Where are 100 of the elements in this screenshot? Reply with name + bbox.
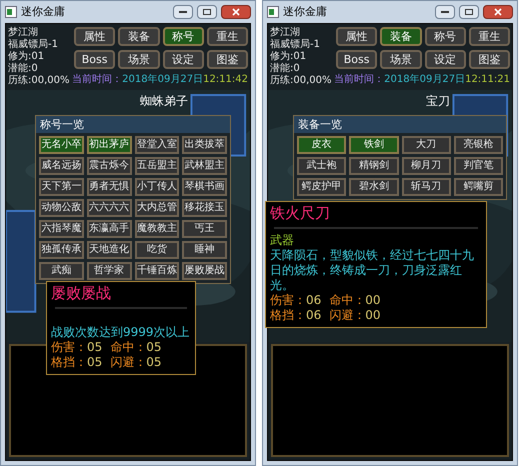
menu-tab[interactable]: 称号 — [424, 27, 466, 46]
menu-tab[interactable]: 设定 — [424, 50, 466, 69]
stat-label: 命中： — [329, 292, 366, 308]
player-stat: 潜能:0 — [270, 63, 301, 75]
player-stat: 历练:00,00% — [8, 75, 70, 87]
list-item[interactable]: 登堂入室 — [134, 136, 180, 154]
maximize-button[interactable] — [197, 5, 217, 19]
list-item[interactable]: 丐王 — [182, 220, 227, 238]
list-item[interactable]: 精钢剑 — [349, 157, 398, 175]
list-item[interactable]: 武士袍 — [297, 157, 346, 175]
stat-value: 06 — [306, 292, 322, 308]
list-item[interactable]: 天下第一 — [39, 178, 84, 196]
list-item[interactable]: 武痴 — [39, 262, 84, 280]
list-item[interactable]: 移花接玉 — [182, 199, 227, 217]
close-icon — [232, 8, 240, 16]
window-title: 迷你金庸 — [283, 4, 327, 20]
menu-tab[interactable]: 图鉴 — [206, 50, 248, 69]
tooltip-title: 铁火尺刀 — [270, 204, 331, 223]
player-stat: 历练:00,00% — [270, 75, 332, 87]
player-stat: 福威镖局-1 — [270, 39, 321, 50]
list-item[interactable]: 出类拔萃 — [182, 136, 227, 154]
menu-tab[interactable]: 场景 — [380, 50, 422, 69]
panel-title: 称号一览 — [36, 116, 230, 133]
stat-value: 05 — [87, 340, 102, 355]
list-item[interactable]: 震古烁今 — [86, 157, 132, 175]
item-category: 武器 — [270, 232, 295, 248]
stat-label: 伤害： — [270, 292, 306, 308]
menu-tab[interactable]: 重生 — [468, 27, 510, 46]
close-button[interactable] — [483, 5, 513, 19]
list-item[interactable]: 亮银枪 — [454, 136, 503, 154]
list-item[interactable]: 屡败屡战 — [182, 262, 227, 280]
list-item[interactable]: 大刀 — [402, 136, 451, 154]
current-time: 12:11:42 — [203, 74, 248, 86]
list-item[interactable]: 勇者无惧 — [86, 178, 132, 196]
list-item[interactable]: 鳄嘴剪 — [454, 178, 503, 196]
current-date: 2018年09月27日 — [384, 74, 466, 86]
list-item[interactable]: 独孤传承 — [39, 241, 84, 259]
list-item[interactable]: 哲学家 — [86, 262, 132, 280]
player-stat: 潜能:0 — [8, 63, 39, 75]
window-title: 迷你金庸 — [21, 4, 65, 20]
list-item[interactable]: 六指琴魔 — [39, 220, 84, 238]
list-item[interactable]: 天地造化 — [86, 241, 132, 259]
list-item[interactable]: 六六六六 — [86, 199, 132, 217]
menu-tab[interactable]: 称号 — [162, 27, 204, 46]
minimize-button[interactable] — [435, 5, 455, 19]
list-item[interactable]: 大内总管 — [134, 199, 180, 217]
list-item[interactable]: 初出茅庐 — [86, 136, 132, 154]
tooltip-title: 屡败屡战 — [51, 284, 112, 303]
menu-tab[interactable]: 设定 — [162, 50, 204, 69]
stat-label: 闪避： — [110, 354, 146, 370]
list-item[interactable]: 睡神 — [182, 241, 227, 259]
list-item[interactable]: 小丁传人 — [134, 178, 180, 196]
list-item[interactable]: 东瀛高手 — [86, 220, 132, 238]
menu-tab[interactable]: Boss — [74, 50, 116, 69]
list-item[interactable]: 动物公敌 — [39, 199, 84, 217]
list-item[interactable]: 铁剑 — [349, 136, 398, 154]
menu-tab[interactable]: 属性 — [74, 27, 116, 46]
close-button[interactable] — [221, 5, 251, 19]
stat-label: 伤害： — [51, 340, 87, 355]
menu-tab[interactable]: 装备 — [118, 27, 160, 46]
panel-title: 装备一览 — [294, 116, 506, 133]
menu-tab[interactable]: 属性 — [336, 27, 378, 46]
list-item[interactable]: 武林盟主 — [182, 157, 227, 175]
stat-value: 06 — [306, 308, 322, 323]
menu-tab[interactable]: 装备 — [380, 27, 422, 46]
list-item[interactable]: 千锤百炼 — [134, 262, 180, 280]
stat-value: 05 — [146, 354, 162, 370]
list-item[interactable]: 无名小卒 — [39, 136, 84, 154]
list-item[interactable]: 五岳盟主 — [134, 157, 180, 175]
app-icon — [267, 6, 279, 18]
list-item[interactable]: 皮衣 — [297, 136, 346, 154]
player-stat: 福威镖局-1 — [8, 39, 59, 50]
list-item[interactable]: 吃货 — [134, 241, 180, 259]
player-stat: 修为:01 — [270, 51, 308, 62]
stat-value: 00 — [365, 308, 381, 323]
menu-tab[interactable]: 场景 — [118, 50, 160, 69]
minimize-button[interactable] — [173, 5, 193, 19]
list-item[interactable]: 魔教教主 — [134, 220, 180, 238]
list-item[interactable]: 碧水剑 — [349, 178, 398, 196]
stat-value: 05 — [146, 340, 162, 355]
close-icon — [494, 8, 502, 16]
menu-tab[interactable]: 重生 — [206, 27, 248, 46]
list-item[interactable]: 柳月刀 — [402, 157, 451, 175]
stat-label: 命中： — [110, 340, 146, 355]
current-time: 12:11:21 — [465, 74, 510, 86]
stat-label: 格挡： — [270, 308, 306, 323]
time-label: 当前时间： — [334, 74, 384, 86]
maximize-button[interactable] — [459, 5, 479, 19]
stat-value: 00 — [365, 292, 381, 308]
list-item[interactable]: 判官笔 — [454, 157, 503, 175]
list-item[interactable]: 琴棋书画 — [182, 178, 227, 196]
stat-label: 闪避： — [329, 308, 366, 323]
list-item[interactable]: 威名远扬 — [39, 157, 84, 175]
app-icon — [5, 6, 17, 18]
menu-tab[interactable]: Boss — [336, 50, 378, 69]
menu-tab[interactable]: 图鉴 — [468, 50, 510, 69]
player-stat: 梦江湖 — [270, 27, 301, 38]
list-item[interactable]: 斩马刀 — [402, 178, 451, 196]
player-stat: 修为:01 — [8, 51, 46, 62]
list-item[interactable]: 鳄皮护甲 — [297, 178, 346, 196]
